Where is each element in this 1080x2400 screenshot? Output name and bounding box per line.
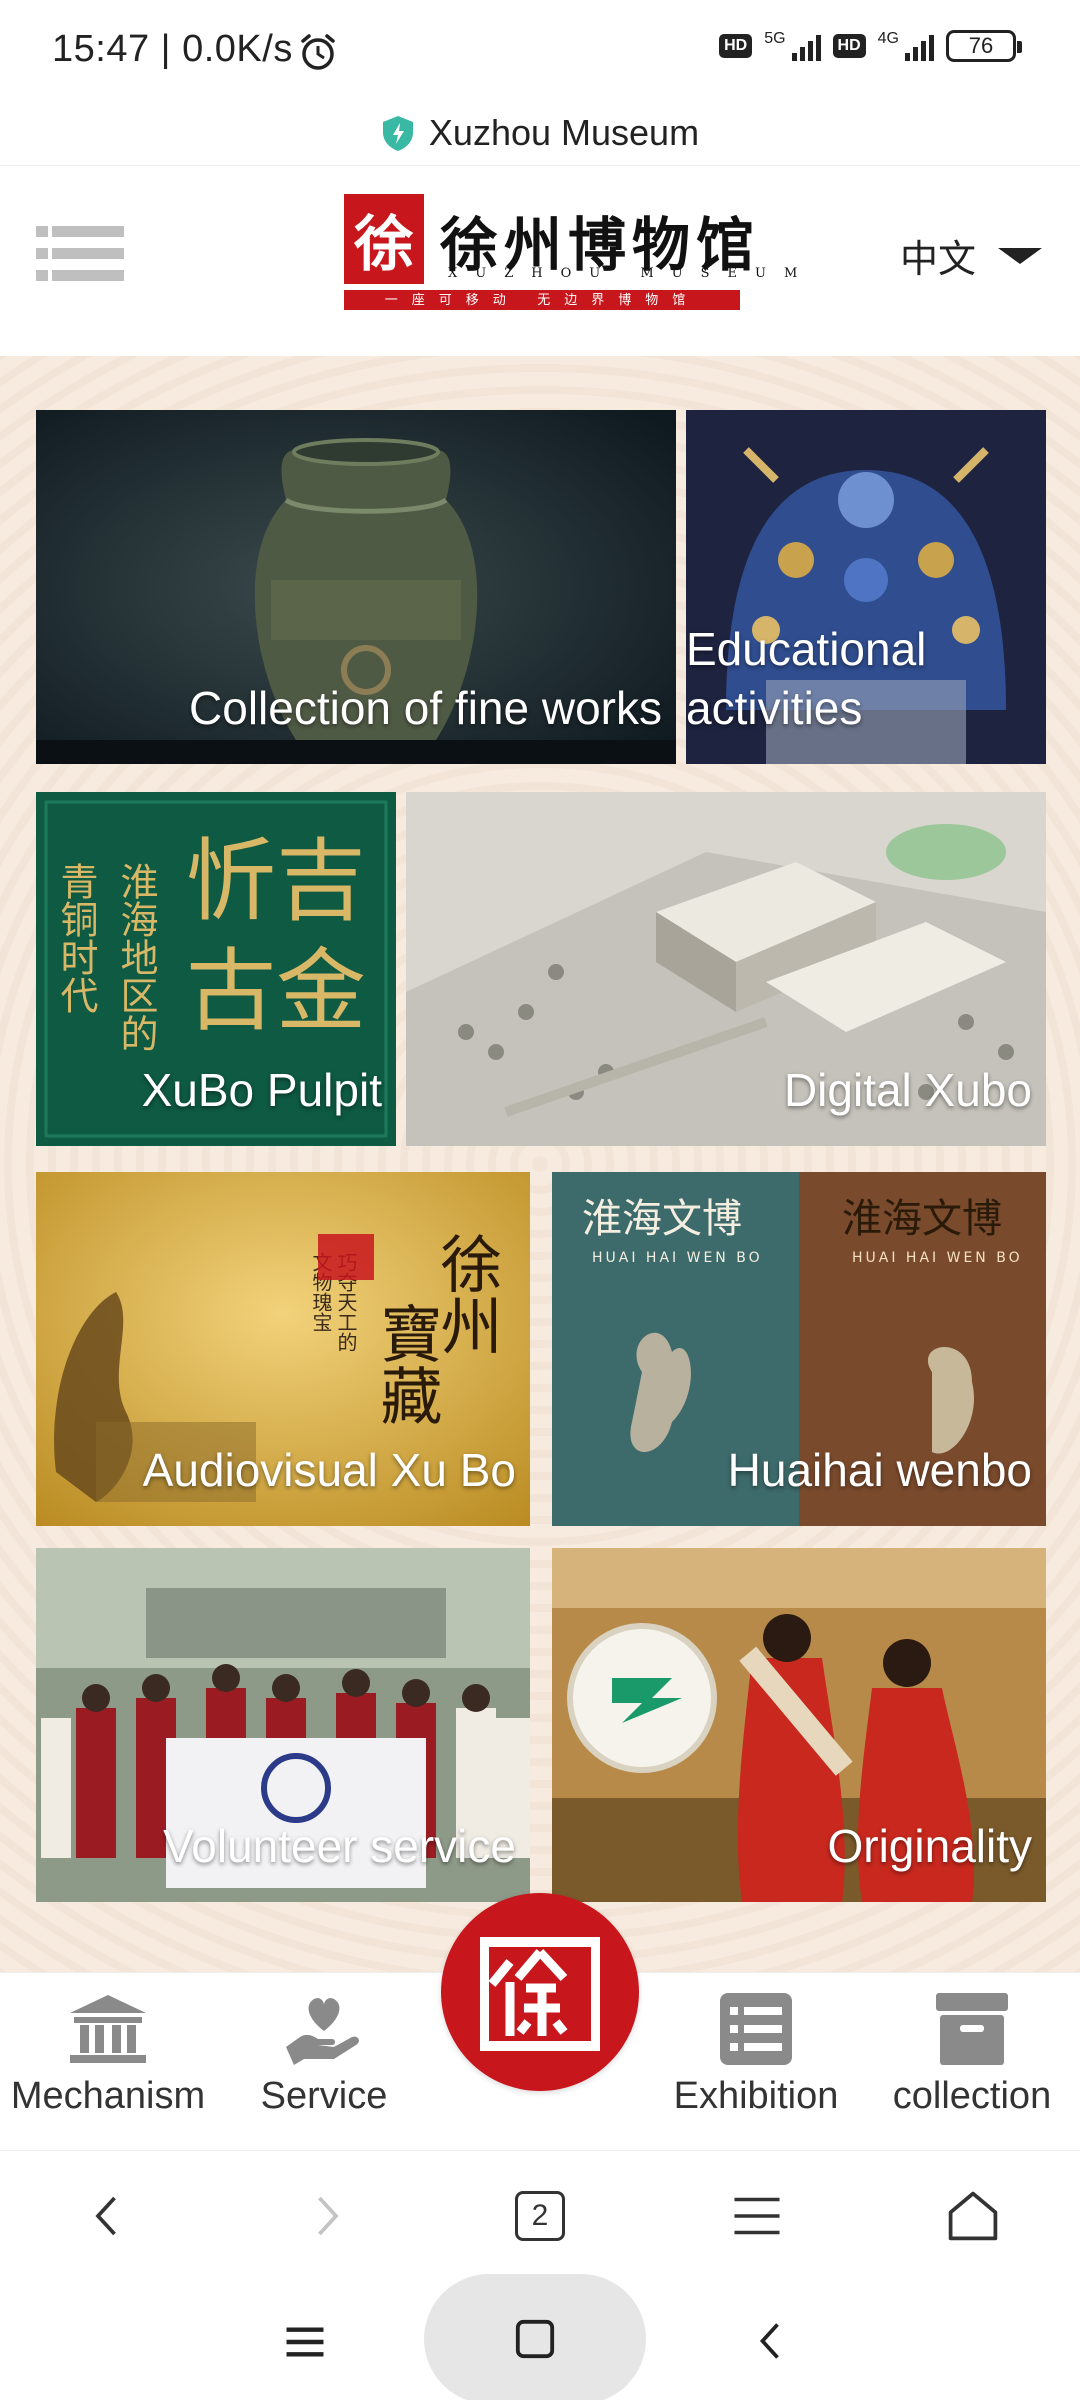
tile-audiovisual[interactable]: 徐州 寶藏 巧夺天工的 文物瑰宝 Audiovisual Xu Bo (36, 1172, 530, 1526)
status-time: 15:47 | 0.0K/s (52, 28, 293, 70)
logo-mark: 徐 (344, 194, 424, 284)
browser-toolbar: 2 (0, 2150, 1080, 2272)
logo-english-name: XUZHOU MUSEUM (448, 266, 816, 281)
language-selector[interactable]: 中文 (900, 228, 1043, 283)
tabs-count: 2 (515, 2191, 565, 2241)
logo-slogan: 一座可移动 无边界博物馆 (344, 290, 740, 310)
language-label: 中文 (900, 237, 977, 281)
svg-text:淮海地区的: 淮海地区的 (114, 862, 158, 1052)
forward-button[interactable] (292, 2181, 362, 2251)
browser-home-button[interactable] (938, 2181, 1008, 2251)
tile-label: Educational activities (686, 623, 927, 735)
url-bar[interactable]: Xuzhou Museum (0, 100, 1080, 166)
svg-text:寶藏: 寶藏 (370, 1302, 443, 1426)
network-type-2: 4G (877, 30, 899, 47)
caret-down-icon (998, 247, 1043, 264)
archive-icon (936, 1993, 1008, 2065)
battery-level: 76 (968, 33, 994, 58)
status-indicators: HD 5G HD 4G 76 (719, 30, 1022, 62)
shield-icon (382, 115, 413, 151)
tile-volunteer[interactable]: Volunteer service (36, 1548, 530, 1902)
tile-label: Collection of fine works (189, 682, 662, 735)
status-bar: 15:47 | 0.0K/s HD 5G HD 4G 76 (0, 0, 1080, 100)
nav-mechanism[interactable]: Mechanism (0, 1991, 216, 2118)
chevron-left-icon (95, 2196, 116, 2236)
signal-icon (791, 31, 821, 61)
battery-icon: 76 (946, 30, 1022, 62)
hd-badge: HD (719, 34, 753, 58)
tabs-button[interactable]: 2 (505, 2181, 575, 2251)
tile-pulpit[interactable]: 青铜时代 淮海地区的 忻吉 古金 XuBo Pulpit (36, 792, 396, 1146)
alarm-icon (301, 34, 335, 70)
network-type: 5G (764, 30, 786, 47)
museum-logo-icon (480, 1937, 600, 2051)
menu-icon[interactable] (36, 224, 126, 284)
nav-collection[interactable]: collection (864, 1991, 1080, 2118)
svg-text:淮海文博: 淮海文博 (842, 1196, 1002, 1242)
system-nav-bar (0, 2272, 1080, 2400)
svg-text:青铜时代: 青铜时代 (54, 862, 98, 1014)
recents-button[interactable] (270, 2312, 340, 2372)
back-button[interactable] (72, 2181, 142, 2251)
nav-label: Mechanism (10, 2075, 206, 2117)
tile-label: Huaihai wenbo (727, 1444, 1032, 1497)
nav-service[interactable]: Service (216, 1991, 432, 2118)
nav-label: collection (892, 2075, 1052, 2117)
tile-label: Digital Xubo (783, 1064, 1032, 1117)
content-grid: Collection of fine works Educational act… (0, 356, 1080, 1972)
chevron-right-icon (318, 2196, 339, 2236)
home-icon (948, 2191, 998, 2241)
tile-huaihai[interactable]: 淮海文博 淮海文博 HUAI HAI WEN BO HUAI HAI WEN B… (552, 1172, 1046, 1526)
tile-educational[interactable]: Educational activities (686, 410, 1046, 764)
signal-icon-2 (905, 31, 934, 61)
tile-originality[interactable]: Originality (552, 1548, 1046, 1902)
square-icon (515, 2319, 555, 2359)
home-logo-button[interactable] (441, 1893, 639, 2091)
tile-label: XuBo Pulpit (141, 1064, 382, 1117)
svg-text:淮海文博: 淮海文博 (582, 1196, 742, 1242)
tile-label: Volunteer service (163, 1820, 516, 1873)
back-arrow-icon (759, 2323, 779, 2359)
nav-label: Service (260, 2075, 388, 2117)
home-button[interactable] (424, 2274, 646, 2400)
site-header: 徐 徐州博物馆 XUZHOU MUSEUM 一座可移动 无边界博物馆 中文 (0, 166, 1080, 356)
svg-text:古金: 古金 (186, 939, 366, 1044)
list-icon (720, 1993, 792, 2065)
heart-hand-icon (286, 1998, 359, 2065)
hd-badge-2: HD (832, 34, 866, 58)
svg-text:HUAI HAI WEN BO: HUAI HAI WEN BO (852, 1250, 1023, 1266)
nav-label: Exhibition (673, 2075, 839, 2117)
institution-icon (70, 1995, 146, 2063)
nav-exhibition[interactable]: Exhibition (648, 1991, 864, 2118)
recents-icon (286, 2327, 324, 2357)
hamburger-icon (734, 2197, 780, 2235)
browser-menu-button[interactable] (722, 2181, 792, 2251)
tile-collection[interactable]: Collection of fine works (36, 410, 676, 764)
svg-text:HUAI HAI WEN BO: HUAI HAI WEN BO (592, 1250, 763, 1266)
svg-text:忻吉: 忻吉 (186, 829, 366, 934)
system-back-button[interactable] (735, 2308, 805, 2374)
tile-label: Audiovisual Xu Bo (142, 1444, 516, 1497)
page-title: Xuzhou Museum (428, 111, 700, 153)
museum-logo[interactable]: 徐 徐州博物馆 XUZHOU MUSEUM 一座可移动 无边界博物馆 (344, 194, 797, 314)
tile-label: Originality (827, 1820, 1032, 1873)
tile-digital[interactable]: Digital Xubo (406, 792, 1046, 1146)
